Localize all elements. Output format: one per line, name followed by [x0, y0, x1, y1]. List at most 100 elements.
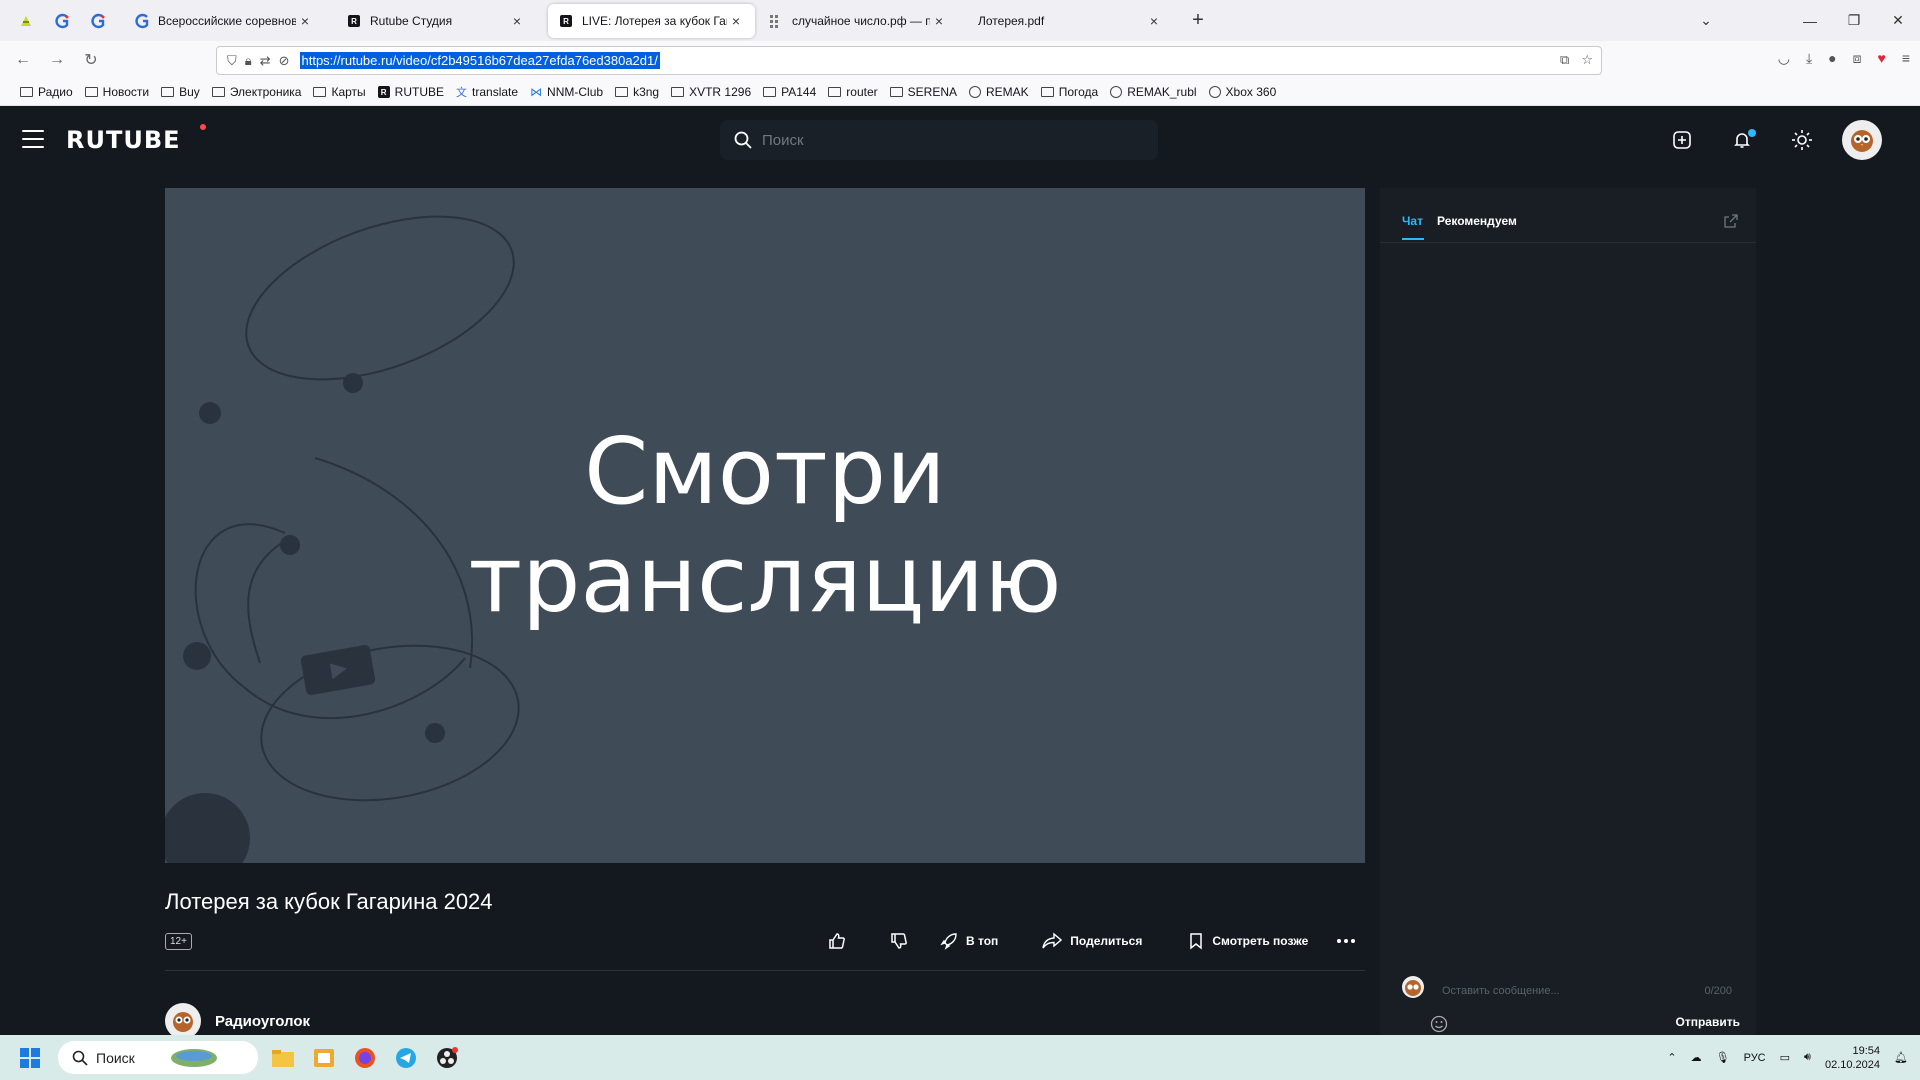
like-button[interactable] [828, 932, 846, 950]
bookmark-item[interactable]: k3ng [615, 85, 659, 99]
bookmark-item[interactable]: router [828, 85, 878, 99]
theme-toggle-button[interactable] [1772, 120, 1832, 160]
shield-icon[interactable]: ⛉ [227, 53, 237, 69]
nnm-icon: ⋈ [530, 85, 543, 99]
tab-chat[interactable]: Чат [1402, 214, 1423, 228]
tab-close-button[interactable]: × [930, 13, 948, 29]
network-icon[interactable]: ▭ [1780, 1051, 1790, 1064]
permissions-icon[interactable]: ⇄ [260, 53, 271, 69]
channel-avatar[interactable] [165, 1003, 201, 1039]
file-explorer-icon[interactable] [267, 1042, 299, 1074]
more-options-button[interactable] [1336, 938, 1356, 944]
restore-icon[interactable]: ❐ [1832, 12, 1876, 29]
globe-icon [1208, 86, 1221, 98]
notifications-button[interactable] [1712, 120, 1772, 160]
bookmark-item[interactable]: REMAK_rubl [1110, 85, 1197, 99]
account-icon[interactable]: ● [1828, 50, 1836, 67]
back-arrow-icon[interactable]: ← [6, 51, 40, 69]
share-button[interactable]: Поделиться [1042, 932, 1142, 950]
watch-later-button[interactable]: Смотреть позже [1188, 932, 1308, 950]
chat-message-input[interactable]: Оставить сообщение... 0/200 [1434, 977, 1740, 1005]
list-all-tabs-icon[interactable]: ⌄ [1684, 12, 1728, 29]
obs-icon[interactable] [431, 1042, 463, 1074]
camera-off-icon[interactable]: ⊘ [279, 53, 290, 69]
chat-user-avatar [1402, 976, 1424, 998]
search-input[interactable]: Поиск [720, 120, 1158, 160]
tab-close-button[interactable]: × [1145, 13, 1163, 29]
upload-video-button[interactable] [1652, 120, 1712, 160]
bookmark-item[interactable]: XVTR 1296 [671, 85, 751, 99]
bookmark-item[interactable]: Новости [84, 85, 149, 99]
bookmark-item[interactable]: Погода [1040, 85, 1098, 99]
minimize-icon[interactable]: — [1788, 13, 1832, 29]
url-bar[interactable]: ⛉ 🔒︎ ⇄ ⊘ https://rutube.ru/video/cf2b495… [216, 46, 1602, 75]
notification-badge [1748, 129, 1756, 137]
tab-close-button[interactable]: × [727, 13, 745, 29]
firefox-icon[interactable] [349, 1042, 381, 1074]
bookmark-item[interactable]: PA144 [763, 85, 816, 99]
profile-button[interactable] [1832, 120, 1892, 160]
reload-icon[interactable]: ↻ [74, 50, 108, 70]
hamburger-menu-icon[interactable] [22, 130, 44, 148]
bookmark-star-icon[interactable]: ☆ [1581, 52, 1593, 68]
video-player[interactable]: Смотри трансляцию [165, 188, 1365, 863]
extensions-icon[interactable]: ⧈ [1853, 50, 1862, 67]
add-video-icon [1673, 131, 1691, 149]
start-button[interactable] [14, 1042, 46, 1074]
volume-icon[interactable]: 🔊︎ [1804, 1051, 1811, 1064]
bookmark-item[interactable]: Карты [313, 85, 366, 99]
bookmark-item[interactable]: Радио [20, 85, 73, 99]
folder-icon [161, 87, 175, 97]
pinned-tab-2[interactable] [46, 5, 78, 37]
bookmark-item[interactable]: REMAK [969, 85, 1029, 99]
download-icon[interactable]: ⤓ [1806, 50, 1812, 67]
folder-icon [20, 87, 33, 97]
translate-icon[interactable]: ⧉ [1560, 52, 1569, 68]
channel-info[interactable]: Радиоуголок [165, 1003, 310, 1039]
close-window-icon[interactable]: ✕ [1876, 12, 1920, 29]
rutube-logo[interactable]: RUTUBE [66, 126, 181, 154]
bookmark-item[interactable]: Buy [161, 85, 200, 99]
forward-arrow-icon[interactable]: → [40, 51, 74, 69]
microphone-icon[interactable]: 🎙︎ [1716, 1051, 1730, 1064]
chat-panel: Чат Рекомендуем Оставить сообщение... 0/… [1380, 188, 1756, 1035]
send-button[interactable]: Отправить [1676, 1015, 1740, 1029]
url-text[interactable]: https://rutube.ru/video/cf2b49516b67dea2… [299, 52, 660, 69]
tab-lottery-pdf[interactable]: Лотерея.pdf × [968, 4, 1173, 38]
globe-icon [969, 86, 981, 98]
bookmark-item[interactable]: SERENA [889, 85, 957, 99]
pinned-tab-1[interactable] [10, 5, 42, 37]
tab-live-lottery[interactable]: R LIVE: Лотерея за кубок Гагарина × [548, 4, 755, 38]
tab-random-number[interactable]: случайное число.рф — просто × [758, 4, 958, 38]
notifications-bell-icon[interactable]: 🔔︎ [1894, 1051, 1908, 1064]
bookmark-item[interactable]: R RUTUBE [377, 85, 444, 99]
vpn-shield-icon[interactable]: ♥ [1878, 50, 1886, 67]
bookmark-item[interactable]: Xbox 360 [1208, 85, 1276, 99]
new-tab-button[interactable]: + [1186, 9, 1210, 32]
lock-icon[interactable]: 🔒︎ [245, 53, 252, 69]
clock[interactable]: 19:54 02.10.2024 [1825, 1044, 1880, 1072]
popout-chat-button[interactable] [1724, 214, 1738, 233]
tab-rutube-studio[interactable]: R Rutube Студия × [336, 4, 536, 38]
chevron-up-icon[interactable]: ⌃ [1667, 1051, 1676, 1064]
folder-icon [313, 87, 327, 97]
tab-competitions[interactable]: Всероссийские соревнования × [124, 4, 324, 38]
onedrive-icon[interactable]: ☁ [1691, 1051, 1702, 1064]
taskbar-search[interactable]: Поиск [58, 1041, 258, 1074]
language-indicator[interactable]: РУС [1744, 1052, 1766, 1064]
menu-icon[interactable]: ≡ [1902, 50, 1910, 67]
pocket-icon[interactable]: ◡ [1778, 50, 1790, 67]
outlook-icon[interactable] [308, 1042, 340, 1074]
bookmark-item[interactable]: 文 translate [456, 84, 518, 100]
telegram-icon[interactable] [390, 1042, 422, 1074]
channel-name[interactable]: Радиоуголок [215, 1013, 310, 1030]
bookmark-item[interactable]: ⋈ NNM-Club [530, 85, 603, 99]
tab-close-button[interactable]: × [296, 13, 314, 29]
bookmark-item[interactable]: Электроника [211, 85, 301, 99]
to-top-button[interactable]: В топ [940, 932, 998, 950]
tab-close-button[interactable]: × [508, 13, 526, 29]
dislike-button[interactable] [890, 932, 908, 950]
pinned-tab-3[interactable] [82, 5, 114, 37]
thumbs-down-icon [891, 933, 907, 949]
tab-recommended[interactable]: Рекомендуем [1437, 214, 1517, 228]
